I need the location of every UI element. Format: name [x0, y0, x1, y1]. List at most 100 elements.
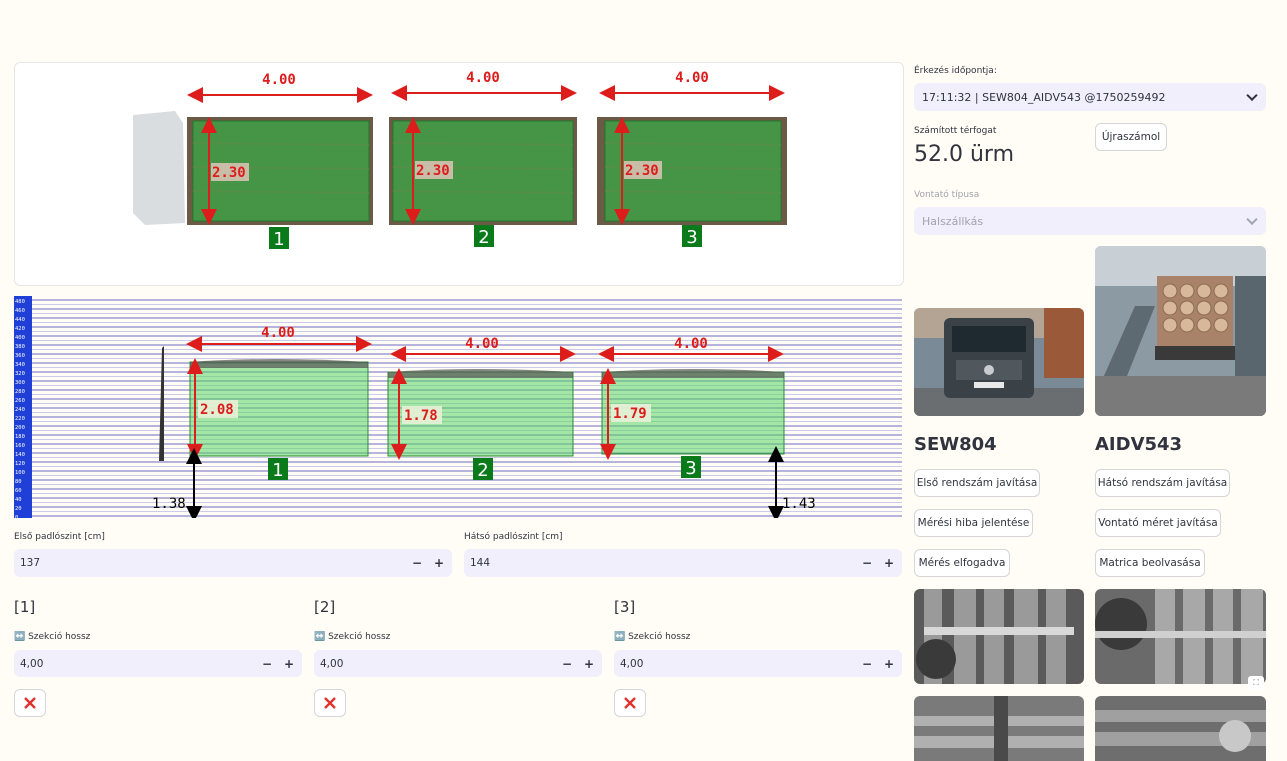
volume-value: 52.0 ürm	[914, 142, 1015, 167]
scale-tick-label: 140	[15, 452, 25, 458]
front-floor-value[interactable]: 137	[20, 557, 40, 569]
log-image-4[interactable]	[1095, 696, 1266, 761]
side-view-panel: 480 460 440 420 400 380 360 340 320 300 280 260 240 2…	[14, 296, 902, 518]
chevron-down-icon	[1246, 89, 1258, 102]
close-icon	[624, 697, 636, 709]
top-section-number-3: 3	[686, 227, 697, 248]
rear-floor-label: Hátsó padlószint [cm]	[464, 532, 563, 542]
section-length-input-1[interactable]: 4,00 − +	[14, 650, 302, 677]
rear-floor-value[interactable]: 144	[470, 557, 490, 569]
side-length-label-2: 4.00	[465, 336, 499, 352]
section-length-increment-1[interactable]: +	[278, 650, 300, 677]
volume-label: Számított térfogat	[914, 126, 997, 136]
scale-tick-label: 180	[15, 434, 25, 440]
scale-tick-label: 20	[15, 506, 22, 512]
top-height-label-1: 2.30	[212, 165, 246, 181]
scale-tick-label: 80	[15, 479, 22, 485]
arrival-value[interactable]: 17:11:32 | SEW804_AIDV543 @1750259492	[922, 91, 1165, 104]
front-floor-input[interactable]: 137 − +	[14, 549, 452, 577]
scale-tick-label: 460	[15, 308, 25, 314]
top-length-label-2: 4.00	[466, 70, 500, 86]
scale-tick-label: 240	[15, 407, 25, 413]
scale-tick-label: 60	[15, 488, 22, 494]
side-section-number-1: 1	[272, 460, 283, 481]
front-camera-image[interactable]	[914, 308, 1084, 416]
section-length-increment-3[interactable]: +	[878, 650, 900, 677]
fix-tractor-size-button[interactable]: Vontató méret javítása	[1095, 509, 1221, 537]
recalculate-button[interactable]: Újraszámol	[1095, 123, 1167, 151]
section-title-1: [1]	[14, 598, 36, 616]
top-view-panel: 4.00 4.00 4.00 2.30 2.30 2.30 1 2 3	[14, 62, 904, 286]
top-view-diagram: 4.00 4.00 4.00 2.30 2.30 2.30 1 2 3	[133, 70, 787, 250]
scale-tick-label: 360	[15, 353, 25, 359]
top-height-label-3: 2.30	[625, 163, 659, 179]
log-image-3[interactable]	[914, 696, 1084, 761]
delete-section-button-2[interactable]	[314, 689, 346, 717]
section-length-increment-2[interactable]: +	[578, 650, 600, 677]
side-height-label-2: 1.78	[404, 408, 438, 424]
top-length-label-3: 4.00	[675, 70, 709, 86]
side-view-diagram: 4804604404204003803603403203002802602402…	[14, 296, 902, 518]
side-length-label-3: 4.00	[674, 336, 708, 352]
section-length-label-1: ↔️ Szekció hossz	[14, 632, 91, 642]
front-plate-heading: SEW804	[914, 434, 997, 455]
side-height-label-3: 1.79	[613, 406, 647, 422]
rear-camera-image[interactable]	[1095, 246, 1266, 416]
delete-section-button-1[interactable]	[14, 689, 46, 717]
top-length-label-1: 4.00	[262, 72, 296, 88]
accept-measurement-button[interactable]: Mérés elfogadva	[914, 549, 1010, 577]
top-height-label-2: 2.30	[416, 163, 450, 179]
section-length-label-2: ↔️ Szekció hossz	[314, 632, 391, 642]
scale-tick-label: 0	[15, 515, 18, 518]
section-length-value-1[interactable]: 4,00	[20, 658, 43, 670]
rear-floor-input[interactable]: 144 − +	[464, 549, 902, 577]
scale-tick-label: 100	[15, 470, 25, 476]
section-length-input-3[interactable]: 4,00 − +	[614, 650, 902, 677]
arrival-select[interactable]: 17:11:32 | SEW804_AIDV543 @1750259492	[914, 83, 1266, 111]
scale-tick-label: 220	[15, 416, 25, 422]
section-length-value-3[interactable]: 4,00	[620, 658, 643, 670]
top-section-number-2: 2	[478, 227, 489, 248]
scale-tick-label: 400	[15, 335, 25, 341]
truck-front-shape	[133, 111, 185, 225]
section-length-decrement-1[interactable]: −	[256, 650, 278, 677]
scale-tick-label: 280	[15, 389, 25, 395]
delete-section-button-3[interactable]	[614, 689, 646, 717]
rear-floor-decrement-button[interactable]: −	[856, 549, 878, 577]
side-section-number-3: 3	[685, 458, 696, 479]
scale-tick-label: 160	[15, 443, 25, 449]
fullscreen-icon[interactable]: ⛶	[1248, 676, 1264, 690]
scale-tick-label: 380	[15, 344, 25, 350]
fix-front-plate-button[interactable]: Első rendszám javítása	[914, 469, 1040, 497]
report-error-button[interactable]: Mérési hiba jelentése	[914, 509, 1033, 537]
scale-tick-label: 420	[15, 326, 25, 332]
section-length-input-2[interactable]: 4,00 − +	[314, 650, 602, 677]
section-length-value-2[interactable]: 4,00	[320, 658, 343, 670]
log-image-2[interactable]	[1095, 589, 1266, 684]
front-floor-decrement-button[interactable]: −	[406, 549, 428, 577]
scale-tick-label: 200	[15, 425, 25, 431]
log-image-1[interactable]	[914, 589, 1084, 684]
close-icon	[324, 697, 336, 709]
section-length-decrement-3[interactable]: −	[856, 650, 878, 677]
tractor-type-select[interactable]: Halszállkás	[914, 207, 1266, 235]
scale-tick-label: 440	[15, 317, 25, 323]
rear-floor-increment-button[interactable]: +	[878, 549, 900, 577]
section-length-decrement-2[interactable]: −	[556, 650, 578, 677]
front-floor-increment-button[interactable]: +	[428, 549, 450, 577]
scale-tick-label: 320	[15, 371, 25, 377]
scale-tick-label: 480	[15, 299, 25, 305]
scale-tick-label: 120	[15, 461, 25, 467]
scale-tick-label: 300	[15, 380, 25, 386]
section-title-2: [2]	[314, 598, 336, 616]
chevron-down-icon	[1246, 213, 1258, 226]
rear-plate-heading: AIDV543	[1095, 434, 1183, 455]
section-length-label-3: ↔️ Szekció hossz	[614, 632, 691, 642]
arrival-label: Érkezés időpontja:	[914, 66, 997, 76]
tractor-type-value[interactable]: Halszállkás	[922, 215, 983, 228]
floor-front-label: 1.38	[152, 496, 186, 512]
top-section-number-1: 1	[273, 229, 284, 250]
scan-sticker-button[interactable]: Matrica beolvasása	[1095, 549, 1205, 577]
fix-rear-plate-button[interactable]: Hátsó rendszám javítása	[1095, 469, 1230, 497]
side-height-label-1: 2.08	[200, 402, 234, 418]
